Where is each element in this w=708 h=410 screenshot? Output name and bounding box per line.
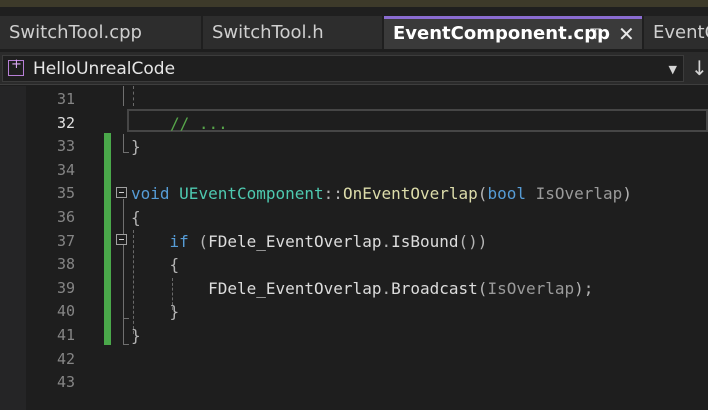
tab-label: SwitchTool.cpp: [9, 22, 142, 43]
code-token: ::: [323, 184, 343, 204]
chevron-down-icon: ▼: [668, 63, 677, 76]
code-editor[interactable]: 31 32 33 34 35 36 37 38 39 40 41 42 43 // ...} void U…: [0, 86, 708, 410]
line-number: 31: [56, 90, 75, 108]
code-line[interactable]: void UEventComponent::OnEventOverlap(boo…: [131, 182, 632, 206]
code-token: }: [131, 302, 180, 322]
line-number: 43: [56, 373, 75, 392]
outline-guide: [123, 246, 129, 319]
tab-eventcomponent-h[interactable]: EventC: [644, 16, 708, 49]
code-line[interactable]: {: [131, 253, 180, 277]
code-token: Broadcast: [391, 278, 478, 298]
code-line[interactable]: FDele_EventOverlap.Broadcast(IsOverlap);: [131, 277, 593, 301]
tab-switchtool-h[interactable]: SwitchTool.h: [203, 16, 382, 49]
tab-switchtool-cpp[interactable]: SwitchTool.cpp: [0, 16, 201, 49]
project-dropdown-label: HelloUnrealCode: [33, 59, 176, 79]
project-dropdown[interactable]: HelloUnrealCode ▼: [2, 55, 684, 82]
code-line[interactable]: }: [131, 135, 141, 159]
indent-guide: [133, 86, 134, 106]
code-line[interactable]: {: [131, 206, 141, 230]
code-token: IsBound: [391, 231, 459, 251]
code-token: void: [131, 184, 170, 204]
navigation-bar: HelloUnrealCode ▼ ↓: [0, 52, 708, 85]
code-token: IsOverlap: [535, 184, 623, 204]
code-line[interactable]: if (FDele_EventOverlap.IsBound()): [131, 230, 488, 254]
tab-label: SwitchTool.h: [212, 22, 324, 43]
code-token: .: [381, 278, 392, 298]
change-tracking-bar: [104, 133, 111, 345]
tab-eventcomponent-cpp[interactable]: EventComponent.cpp ⊤ ✕: [384, 16, 642, 49]
code-token: (: [477, 184, 488, 204]
code-token: bool: [487, 184, 526, 204]
pin-icon[interactable]: ⊤: [589, 19, 602, 49]
line-number: 38: [56, 255, 75, 274]
code-token: UEventComponent: [179, 184, 324, 204]
tab-label: EventComponent.cpp: [393, 23, 610, 44]
tab-label: EventC: [653, 22, 708, 43]
code-line[interactable]: // ...: [170, 112, 228, 136]
code-token: ): [622, 184, 632, 204]
line-number: 36: [56, 208, 75, 226]
outline-guide: [123, 86, 124, 106]
line-number: 41: [56, 326, 75, 344]
indicator-margin: [0, 86, 26, 410]
code-token: if: [169, 231, 189, 251]
code-token: (: [188, 231, 209, 251]
line-number: 42: [56, 349, 75, 368]
code-token: FDele_EventOverlap: [208, 278, 382, 298]
code-line[interactable]: }: [131, 300, 180, 324]
code-token: }: [131, 137, 141, 157]
document-tab-bar: SwitchTool.cpp SwitchTool.h EventCompone…: [0, 7, 708, 49]
line-number: 32: [56, 113, 75, 132]
code-token: {: [131, 208, 141, 227]
line-number: 37: [56, 231, 75, 250]
line-number: 40: [56, 302, 75, 321]
line-number: 34: [56, 160, 75, 179]
code-token: .: [381, 231, 392, 251]
code-token: FDele_EventOverlap: [208, 231, 382, 251]
line-number: 35: [56, 184, 75, 203]
code-token: // ...: [170, 113, 228, 133]
collapse-function-icon[interactable]: [116, 187, 127, 198]
code-token: ()): [458, 231, 488, 251]
close-icon[interactable]: ✕: [618, 19, 635, 49]
code-token: );: [574, 278, 594, 298]
outline-guide: [123, 134, 129, 153]
code-token: {: [131, 255, 180, 275]
title-bar-strip: [0, 0, 708, 7]
code-token: (: [477, 278, 488, 298]
collapse-if-block-icon[interactable]: [116, 234, 127, 245]
line-number: 33: [56, 137, 75, 156]
line-number: 39: [56, 278, 75, 297]
code-token: }: [131, 326, 141, 345]
code-token: OnEventOverlap: [342, 184, 478, 204]
code-token: IsOverlap: [487, 278, 575, 298]
code-line[interactable]: }: [131, 324, 141, 348]
arrow-down-icon[interactable]: ↓: [691, 55, 708, 82]
project-icon: [8, 57, 24, 76]
